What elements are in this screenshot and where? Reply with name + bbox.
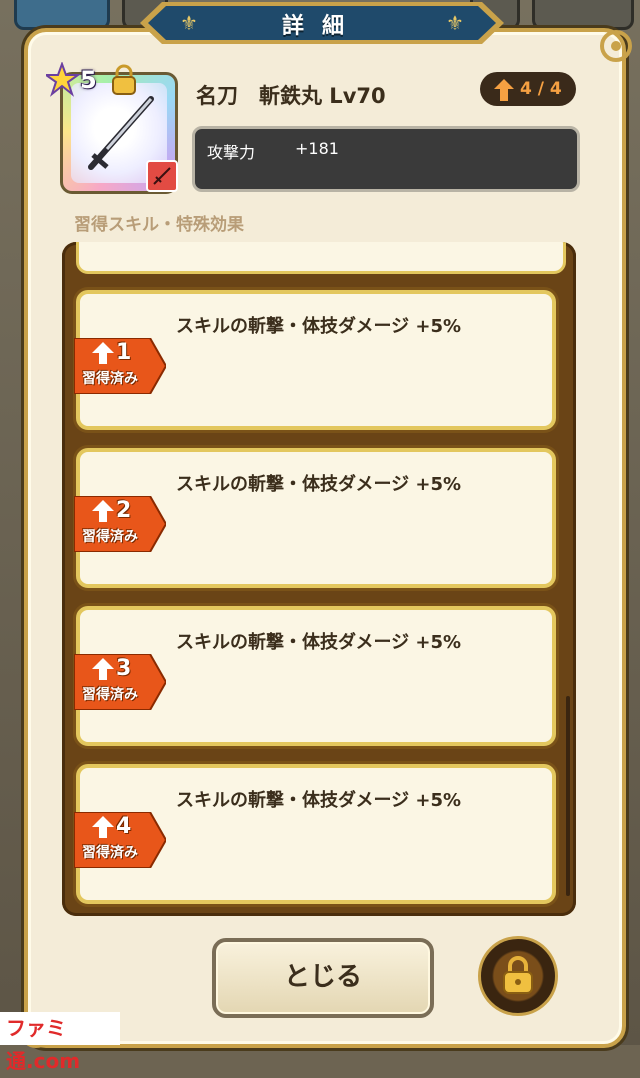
lock-button[interactable] bbox=[478, 936, 558, 1016]
lock-icon bbox=[503, 956, 533, 994]
watermark: ファミ通.com bbox=[0, 1012, 120, 1073]
star-icon bbox=[46, 62, 82, 97]
skill-text: スキルの斬撃・体技ダメージ +5% bbox=[176, 316, 462, 337]
rank-number: 2 bbox=[116, 498, 132, 523]
dialog-title: 詳細 bbox=[281, 14, 362, 39]
rarity-value: 5 bbox=[80, 66, 97, 94]
scrollbar[interactable] bbox=[566, 696, 570, 896]
skill-card: スキルの斬撃・体技ダメージ +5% 2 習得済み bbox=[74, 448, 556, 588]
skill-card: スキルの斬撃・体技ダメージ +5% 4 習得済み bbox=[74, 764, 556, 904]
skill-card: スキルの斬撃・体技ダメージ +5% 3 習得済み bbox=[74, 606, 556, 746]
title-banner: ⚜ ⚜ 詳細 bbox=[140, 0, 504, 46]
section-label: 習得スキル・特殊効果 bbox=[74, 215, 244, 235]
rank-number: 1 bbox=[116, 340, 132, 365]
top-tab-weapon[interactable] bbox=[14, 0, 110, 30]
rank-status: 習得済み bbox=[82, 371, 138, 387]
skill-card: スキルの斬撃・体技ダメージ +5% 1 習得済み bbox=[74, 290, 556, 430]
skill-text: スキルの斬撃・体技ダメージ +5% bbox=[176, 790, 462, 811]
item-name: 名刀 斬鉄丸 Lv70 bbox=[196, 84, 386, 108]
list-item-partial bbox=[76, 242, 566, 274]
stat-label: 攻撃力 bbox=[207, 143, 256, 162]
rank-status: 習得済み bbox=[82, 845, 138, 861]
up-arrow-icon bbox=[92, 816, 114, 838]
sword-type-icon bbox=[146, 160, 178, 192]
limit-break-badge: 4 / 4 bbox=[480, 72, 576, 106]
rank-tag: 1 習得済み bbox=[74, 338, 166, 394]
rank-status: 習得済み bbox=[82, 687, 138, 703]
rank-tag: 2 習得済み bbox=[74, 496, 166, 552]
stat-value: +181 bbox=[295, 139, 339, 158]
up-arrow-icon bbox=[494, 79, 514, 101]
stat-box: 攻撃力 +181 bbox=[192, 126, 580, 192]
up-arrow-icon bbox=[92, 500, 114, 522]
skill-text: スキルの斬撃・体技ダメージ +5% bbox=[176, 474, 462, 495]
rank-number: 3 bbox=[116, 656, 132, 681]
corner-ornament-icon bbox=[600, 30, 632, 62]
rank-tag: 4 習得済み bbox=[74, 812, 166, 868]
rank-tag: 3 習得済み bbox=[74, 654, 166, 710]
skill-list[interactable]: スキルの斬撃・体技ダメージ +5% 1 習得済み スキルの斬撃・体技ダメージ +… bbox=[62, 242, 576, 916]
limit-break-value: 4 / 4 bbox=[520, 79, 562, 99]
rank-number: 4 bbox=[116, 814, 132, 839]
lock-icon bbox=[112, 64, 136, 95]
up-arrow-icon bbox=[92, 658, 114, 680]
up-arrow-icon bbox=[92, 342, 114, 364]
skill-text: スキルの斬撃・体技ダメージ +5% bbox=[176, 632, 462, 653]
close-button[interactable]: とじる bbox=[212, 938, 434, 1018]
rank-status: 習得済み bbox=[82, 529, 138, 545]
